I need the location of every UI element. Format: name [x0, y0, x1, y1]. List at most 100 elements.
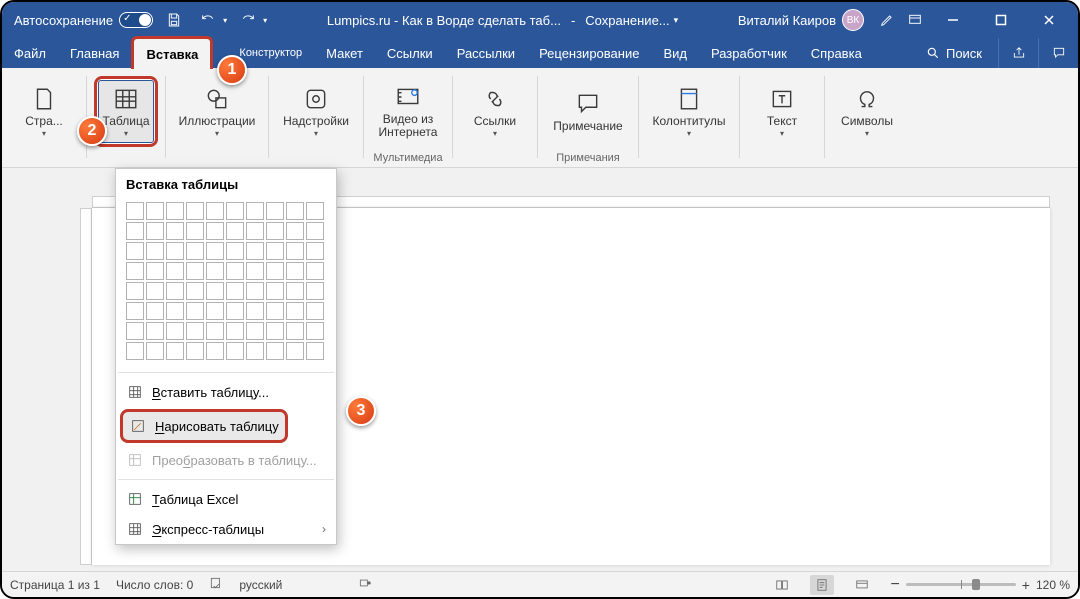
links-button[interactable]: Ссылки▾	[461, 80, 529, 143]
autosave-toggle[interactable]: Автосохранение	[14, 12, 153, 28]
grid-cell[interactable]	[166, 302, 184, 320]
online-video-button[interactable]: Видео изИнтернета	[372, 78, 444, 144]
grid-cell[interactable]	[206, 242, 224, 260]
grid-cell[interactable]	[306, 222, 324, 240]
grid-cell[interactable]	[206, 302, 224, 320]
text-button[interactable]: Текст▾	[748, 80, 816, 143]
grid-cell[interactable]	[246, 222, 264, 240]
redo-icon[interactable]	[235, 7, 261, 33]
grid-cell[interactable]	[126, 202, 144, 220]
view-web-icon[interactable]	[850, 575, 874, 595]
pages-button[interactable]: Стра...▾	[10, 80, 78, 143]
grid-cell[interactable]	[146, 322, 164, 340]
grid-cell[interactable]	[226, 282, 244, 300]
symbols-button[interactable]: Символы▾	[833, 80, 901, 143]
grid-cell[interactable]	[126, 302, 144, 320]
table-size-grid[interactable]	[116, 198, 336, 368]
grid-cell[interactable]	[186, 282, 204, 300]
menu-insert-table[interactable]: ВВставить таблицу...ставить таблицу...	[116, 377, 336, 407]
grid-cell[interactable]	[186, 322, 204, 340]
grid-cell[interactable]	[166, 282, 184, 300]
grid-cell[interactable]	[186, 302, 204, 320]
grid-cell[interactable]	[166, 262, 184, 280]
grid-cell[interactable]	[266, 202, 284, 220]
grid-cell[interactable]	[286, 322, 304, 340]
grid-cell[interactable]	[166, 322, 184, 340]
grid-cell[interactable]	[286, 202, 304, 220]
grid-cell[interactable]	[286, 262, 304, 280]
grid-cell[interactable]	[286, 302, 304, 320]
tab-review[interactable]: Рецензирование	[527, 38, 651, 68]
grid-cell[interactable]	[306, 282, 324, 300]
grid-cell[interactable]	[146, 242, 164, 260]
zoom-control[interactable]: − + 120 %	[890, 577, 1070, 593]
grid-cell[interactable]	[146, 302, 164, 320]
grid-cell[interactable]	[286, 222, 304, 240]
tab-view[interactable]: Вид	[651, 38, 699, 68]
grid-cell[interactable]	[186, 242, 204, 260]
grid-cell[interactable]	[126, 322, 144, 340]
account-button[interactable]: Виталий Каиров ВК	[738, 9, 864, 31]
tab-help[interactable]: Справка	[799, 38, 874, 68]
grid-cell[interactable]	[306, 242, 324, 260]
grid-cell[interactable]	[126, 282, 144, 300]
grid-cell[interactable]	[146, 202, 164, 220]
grid-cell[interactable]	[246, 282, 264, 300]
grid-cell[interactable]	[306, 342, 324, 360]
comment-button[interactable]: Примечание	[546, 85, 630, 138]
grid-cell[interactable]	[246, 202, 264, 220]
menu-excel-table[interactable]: Таблица Excel Таблица Excel	[116, 484, 336, 514]
grid-cell[interactable]	[266, 322, 284, 340]
grid-cell[interactable]	[146, 262, 164, 280]
pen-icon[interactable]	[874, 7, 900, 33]
grid-cell[interactable]	[206, 282, 224, 300]
page-number[interactable]: Страница 1 из 1	[10, 578, 100, 592]
language-status[interactable]: русский	[239, 578, 282, 592]
grid-cell[interactable]	[246, 302, 264, 320]
macro-record-icon[interactable]	[358, 576, 372, 593]
tab-home[interactable]: Главная	[58, 38, 131, 68]
view-read-icon[interactable]	[770, 575, 794, 595]
view-print-icon[interactable]	[810, 575, 834, 595]
grid-cell[interactable]	[146, 222, 164, 240]
grid-cell[interactable]	[186, 202, 204, 220]
close-button[interactable]	[1026, 2, 1072, 38]
grid-cell[interactable]	[306, 322, 324, 340]
undo-icon[interactable]	[195, 7, 221, 33]
grid-cell[interactable]	[206, 262, 224, 280]
zoom-slider[interactable]	[906, 583, 1016, 586]
undo-more[interactable]: ▾	[223, 16, 227, 25]
grid-cell[interactable]	[226, 302, 244, 320]
search-button[interactable]: Поиск	[910, 38, 998, 68]
zoom-value[interactable]: 120 %	[1036, 578, 1070, 592]
share-button[interactable]	[998, 38, 1038, 68]
tab-layout[interactable]: Макет	[314, 38, 375, 68]
menu-draw-table[interactable]: Нарисовать таблицу Нарисовать таблицу	[116, 407, 336, 445]
spellcheck-icon[interactable]	[209, 576, 223, 593]
comments-pane-button[interactable]	[1038, 38, 1078, 68]
grid-cell[interactable]	[206, 322, 224, 340]
grid-cell[interactable]	[266, 262, 284, 280]
grid-cell[interactable]	[166, 202, 184, 220]
grid-cell[interactable]	[146, 342, 164, 360]
grid-cell[interactable]	[286, 282, 304, 300]
grid-cell[interactable]	[226, 242, 244, 260]
grid-cell[interactable]	[266, 242, 284, 260]
tab-mailings[interactable]: Рассылки	[445, 38, 527, 68]
headerfooter-button[interactable]: Колонтитулы▾	[647, 80, 731, 143]
tab-insert[interactable]: Вставка	[131, 36, 213, 69]
grid-cell[interactable]	[126, 222, 144, 240]
grid-cell[interactable]	[246, 262, 264, 280]
grid-cell[interactable]	[226, 342, 244, 360]
menu-quick-tables[interactable]: Экспресс-таблицы Экспресс-таблицы ›	[116, 514, 336, 544]
grid-cell[interactable]	[306, 262, 324, 280]
grid-cell[interactable]	[146, 282, 164, 300]
maximize-button[interactable]	[978, 2, 1024, 38]
vertical-ruler[interactable]	[80, 208, 92, 565]
grid-cell[interactable]	[266, 302, 284, 320]
tab-file[interactable]: Файл	[2, 38, 58, 68]
tab-developer[interactable]: Разработчик	[699, 38, 799, 68]
grid-cell[interactable]	[226, 222, 244, 240]
grid-cell[interactable]	[186, 222, 204, 240]
grid-cell[interactable]	[246, 242, 264, 260]
